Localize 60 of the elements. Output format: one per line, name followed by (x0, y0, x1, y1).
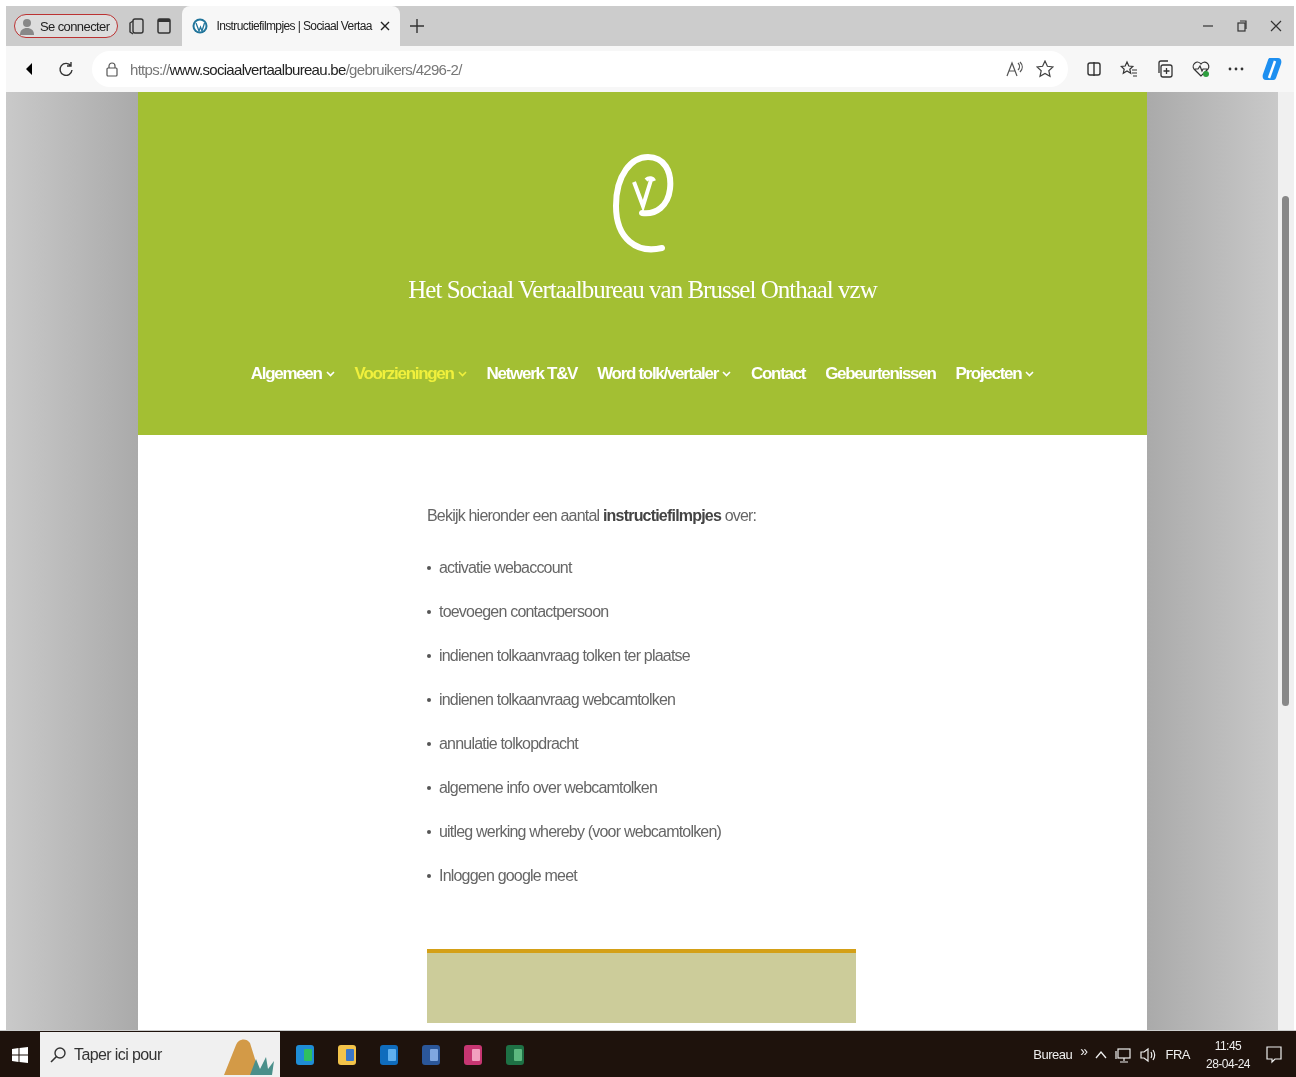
list-item: toevoegen contactpersoon (439, 603, 609, 621)
star-icon[interactable] (1036, 60, 1054, 78)
lock-icon (106, 61, 118, 77)
clock-time[interactable]: 11:45 (1214, 1038, 1242, 1053)
tab-actions-icon[interactable] (156, 18, 173, 34)
list-item: annulatie tolkopdracht (439, 735, 578, 753)
search-placeholder: Taper ici pour (74, 1045, 162, 1064)
url-text: https://www.sociaalvertaalbureau.be/gebruikers/4296-2/ (130, 60, 462, 78)
workspaces-icon[interactable] (128, 17, 147, 35)
favorites-icon[interactable] (1120, 60, 1138, 78)
close-icon[interactable] (1270, 20, 1282, 32)
person-icon (18, 17, 36, 35)
new-tab-icon[interactable] (409, 19, 424, 33)
taskbar-search[interactable]: Taper ici pour (40, 1031, 280, 1077)
list-item: Inloggen google meet (439, 867, 577, 885)
restore-icon[interactable] (1236, 20, 1248, 32)
bullet-icon (427, 830, 431, 834)
tab-title: Instructiefilmpjes | Sociaal Vertaa (216, 19, 372, 33)
bullet-icon (427, 566, 431, 570)
heart-pulse-icon[interactable] (1192, 60, 1210, 78)
language-indicator[interactable]: FRA (1165, 1047, 1190, 1062)
more-icon[interactable] (1228, 67, 1244, 71)
bullet-icon (427, 874, 431, 878)
profile-button[interactable]: Se connecter (14, 14, 119, 38)
logo-icon (611, 154, 674, 254)
chevron-down-icon (1025, 371, 1035, 377)
bullet-icon (427, 786, 431, 790)
folder-icon[interactable] (336, 1042, 358, 1067)
bullet-icon (427, 742, 431, 746)
list-item: algemene info over webcamtolken (439, 779, 657, 797)
site-title: Het Sociaal Vertaalbureau van Brussel Onthaal vzw (408, 276, 877, 304)
read-aloud-icon[interactable] (1006, 61, 1024, 77)
chevron-down-icon (722, 371, 731, 377)
wordpress-icon (192, 18, 209, 34)
speaker-icon[interactable] (1139, 1046, 1158, 1063)
list-item: activatie webaccount (439, 559, 572, 577)
network-icon[interactable] (1115, 1046, 1132, 1063)
collections-icon[interactable] (1156, 60, 1174, 78)
toolbar-more[interactable]: » (1080, 1042, 1088, 1059)
scrollbar[interactable] (1278, 92, 1294, 1030)
clock-date[interactable]: 28-04-24 (1205, 1056, 1250, 1071)
split-screen-icon[interactable] (1086, 61, 1102, 77)
chevron-down-icon (457, 371, 467, 377)
list-item: uitleg werking whereby (voor webcamtolken) (439, 823, 722, 841)
chevron-up-icon[interactable] (1095, 1050, 1108, 1059)
bullet-icon (427, 698, 431, 702)
list-item: indienen tolkaanvraag webcamtolken (439, 691, 676, 709)
close-icon[interactable] (379, 21, 390, 31)
address-bar[interactable]: https://www.sociaalvertaalbureau.be/gebruikers/4296-2/ (92, 51, 1068, 87)
list-item: indienen tolkaanvraag tolken ter plaatse (439, 647, 690, 665)
windows-icon[interactable] (12, 1046, 28, 1063)
intro-text: Bekijk hieronder een aantal instructiefilmpjes over: (427, 507, 758, 525)
browser-tab[interactable]: Instructiefilmpjes | Sociaal Vertaa (182, 6, 400, 46)
chevron-down-icon (325, 371, 335, 377)
bullet-icon (427, 654, 431, 658)
search-icon (50, 1046, 66, 1063)
notification-icon[interactable] (1266, 1045, 1282, 1064)
toolbar-label[interactable]: Bureau (1033, 1047, 1073, 1062)
bullet-icon (427, 610, 431, 614)
refresh-icon[interactable] (58, 61, 74, 77)
